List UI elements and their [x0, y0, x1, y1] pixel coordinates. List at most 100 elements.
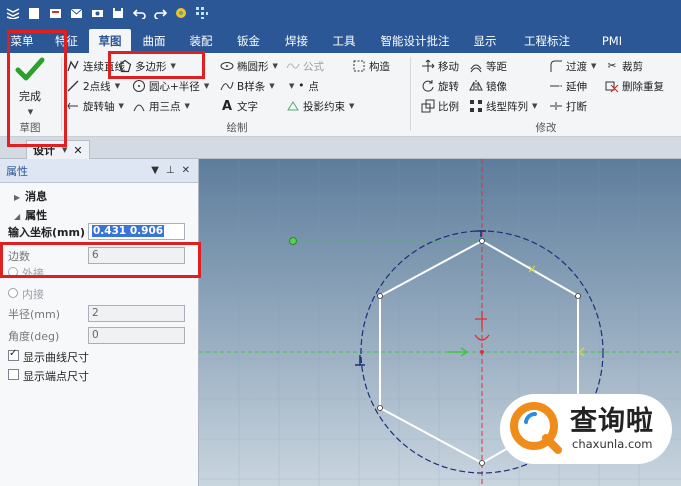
radius-field[interactable]: 2: [88, 305, 185, 322]
extend-label: 延伸: [566, 80, 587, 93]
point-button[interactable]: ▼ • 点: [288, 77, 319, 95]
sides-field[interactable]: 6: [88, 247, 185, 264]
show-endpoint-dim-checkbox[interactable]: [8, 369, 19, 380]
construct-label: 构造: [369, 60, 390, 73]
fillet-icon: [549, 59, 563, 73]
dropdown-icon[interactable]: ▼: [151, 165, 159, 176]
construct-button[interactable]: 构造: [352, 57, 390, 75]
radius-label: 半径(mm): [8, 308, 61, 321]
ellipse-icon: [220, 59, 234, 73]
break-icon: [549, 99, 563, 113]
transition-label: 过渡: [566, 60, 587, 73]
connected-line-icon: [66, 59, 80, 73]
rotate-axis-button[interactable]: 旋转轴 ▼: [66, 97, 124, 115]
extend-icon: [549, 79, 563, 93]
tab-surface[interactable]: 曲面: [131, 29, 177, 53]
construct-icon: [352, 59, 366, 73]
chevron-down-icon: ▼: [184, 102, 190, 110]
offset-button[interactable]: 等距: [469, 57, 507, 75]
tab-feature[interactable]: 特征: [44, 29, 89, 53]
formula-label: 公式: [303, 60, 324, 73]
scale-label: 比例: [438, 100, 459, 113]
three-point-button[interactable]: 用三点 ▼: [132, 97, 190, 115]
rotate-axis-icon: [66, 99, 80, 113]
trim-button[interactable]: ✂ 裁剪: [605, 57, 643, 75]
show-curve-dim-checkbox[interactable]: [8, 348, 19, 361]
tab-engineering-annotation[interactable]: 工程标注: [507, 29, 587, 53]
undo-icon[interactable]: [130, 4, 148, 22]
two-point-line-label: 2点线: [83, 80, 111, 93]
projection-icon: [286, 99, 300, 113]
close-icon[interactable]: ✕: [182, 165, 190, 176]
move-button[interactable]: 移动: [421, 57, 459, 75]
show-curve-dim-row[interactable]: 显示曲线尺寸: [0, 347, 198, 367]
circumscribed-radio[interactable]: [8, 267, 18, 277]
finish-button[interactable]: 完成 ▼: [9, 57, 51, 117]
app-menu-icon[interactable]: [4, 4, 22, 22]
redo-icon[interactable]: [151, 4, 169, 22]
two-point-line-button[interactable]: 2点线 ▼: [66, 77, 120, 95]
finish-label: 完成: [19, 90, 41, 103]
bspline-button[interactable]: B样条 ▼: [220, 77, 275, 95]
chevron-down-icon: ▼: [349, 102, 355, 110]
tab-sketch[interactable]: 草图: [89, 29, 131, 53]
tab-sheet-metal[interactable]: 钣金: [225, 29, 272, 53]
text-button[interactable]: A 文字: [220, 97, 258, 115]
document-tab-strip: 设计 ▼ ✕: [0, 137, 681, 159]
grid-icon[interactable]: [193, 4, 211, 22]
trim-label: 裁剪: [622, 60, 643, 73]
save-icon[interactable]: [109, 4, 127, 22]
property-panel: 属性 ▼ ⊥ ✕ ▶ 消息 ◢ 属性 输入坐标(mm) 0.431 0.906 边数…: [0, 159, 199, 486]
formula-button[interactable]: 公式: [286, 57, 324, 75]
tab-assembly[interactable]: 装配: [177, 29, 225, 53]
print-icon[interactable]: [88, 4, 106, 22]
input-coords-field[interactable]: 0.431 0.906: [88, 223, 185, 240]
inscribed-row[interactable]: 内接: [0, 284, 198, 304]
section-message[interactable]: ▶ 消息: [0, 186, 198, 206]
app-window: 菜单 特征 草图 曲面 装配 钣金 焊接 工具 智能设计批注 显示 工程标注 P…: [0, 0, 681, 486]
section-properties-label: 属性: [25, 209, 48, 222]
tab-smart-design[interactable]: 智能设计批注: [367, 29, 463, 53]
angle-field[interactable]: 0: [88, 327, 185, 344]
rotate-button[interactable]: 旋转: [421, 77, 459, 95]
tab-welding[interactable]: 焊接: [272, 29, 321, 53]
inscribed-radio[interactable]: [8, 288, 18, 298]
break-button[interactable]: 打断: [549, 97, 587, 115]
polygon-label: 多边形: [135, 60, 167, 73]
show-endpoint-dim-label: 显示端点尺寸: [23, 370, 89, 383]
connected-line-button[interactable]: 连续直线: [66, 57, 125, 75]
section-message-label: 消息: [25, 190, 48, 203]
projection-label: 投影约束: [303, 100, 345, 113]
circumscribed-row[interactable]: 外接: [0, 263, 198, 283]
scale-button[interactable]: 比例: [421, 97, 459, 115]
show-endpoint-dim-row[interactable]: 显示端点尺寸: [0, 366, 198, 386]
mirror-button[interactable]: 镜像: [469, 77, 507, 95]
inscribed-label: 内接: [22, 288, 44, 301]
center-radius-button[interactable]: 圆心+半径 ▼: [132, 77, 209, 95]
circle-icon: [132, 79, 146, 93]
offset-label: 等距: [486, 60, 507, 73]
document-tab[interactable]: 设计 ▼ ✕: [26, 140, 90, 159]
watermark-name: 查询啦: [570, 405, 654, 437]
close-icon[interactable]: ✕: [73, 144, 82, 157]
projection-button[interactable]: 投影约束 ▼: [286, 97, 354, 115]
chevron-down-icon: ▼: [269, 82, 275, 90]
tab-display[interactable]: 显示: [463, 29, 507, 53]
transition-button[interactable]: 过渡 ▼: [549, 57, 596, 75]
render-icon[interactable]: [172, 4, 190, 22]
pin-icon[interactable]: ⊥: [166, 165, 175, 176]
new-icon[interactable]: [25, 4, 43, 22]
delete-duplicate-button[interactable]: 删除重复: [605, 77, 664, 95]
ellipse-button[interactable]: 椭圆形 ▼: [220, 57, 278, 75]
linear-array-button[interactable]: 线型阵列 ▼: [469, 97, 537, 115]
tab-tools[interactable]: 工具: [321, 29, 367, 53]
mail-icon[interactable]: [67, 4, 85, 22]
chevron-down-icon: ▼: [272, 62, 278, 70]
tab-menu[interactable]: 菜单: [0, 29, 44, 53]
open-icon[interactable]: [46, 4, 64, 22]
tab-pmi[interactable]: PMI: [587, 29, 637, 53]
extend-button[interactable]: 延伸: [549, 77, 587, 95]
document-tab-label: 设计: [33, 144, 55, 157]
ribbon: 完成 ▼ 草图 连续直线 多边形 ▼ 椭圆形 ▼ 公式 构造 2点线 ▼ 圆心+…: [0, 53, 681, 137]
polygon-button[interactable]: 多边形 ▼: [118, 56, 176, 76]
